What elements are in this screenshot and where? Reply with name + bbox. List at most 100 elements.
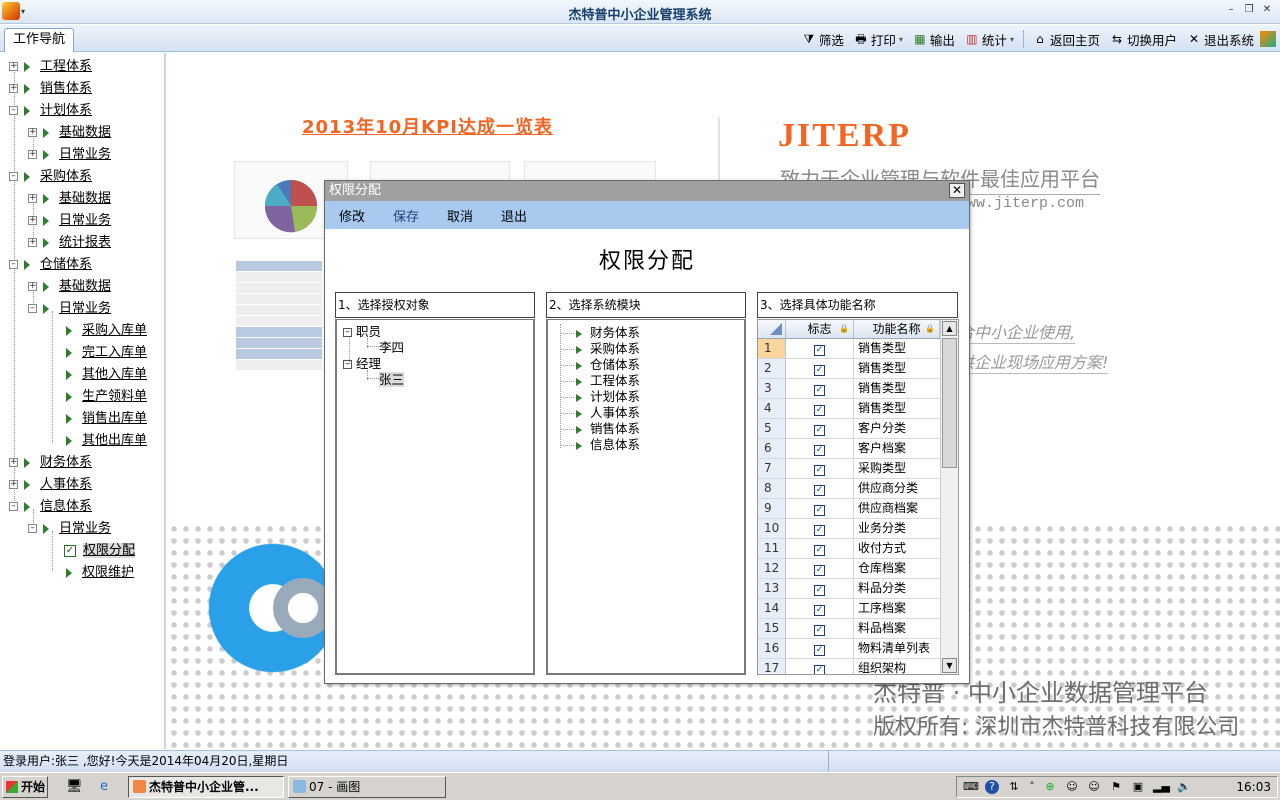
- plus-icon[interactable]: ⊕: [1043, 780, 1057, 794]
- sidebar-item-label[interactable]: 销售出库单: [82, 411, 147, 426]
- keyboard-icon[interactable]: ⌨: [963, 780, 979, 794]
- flag-cell[interactable]: ✓: [786, 659, 854, 674]
- flag-cell[interactable]: ✓: [786, 579, 854, 599]
- table-row[interactable]: 8 ✓ 供应商分类: [758, 479, 940, 499]
- sidebar-item-label[interactable]: 完工入库单: [82, 345, 147, 360]
- volume-icon[interactable]: 🔈: [1177, 780, 1191, 794]
- flag-icon[interactable]: ⚑: [1109, 780, 1123, 794]
- sidebar-item-production-pick[interactable]: 生产领料单: [66, 385, 147, 407]
- flag-cell[interactable]: ✓: [786, 379, 854, 399]
- expand-icon[interactable]: +: [9, 458, 18, 467]
- row-number[interactable]: 16: [758, 639, 786, 659]
- sidebar-item-plan-daily[interactable]: + 日常业务: [28, 143, 111, 165]
- exit-system-button[interactable]: ✕ 退出系统: [1183, 28, 1258, 50]
- module-item[interactable]: 信息体系: [560, 434, 640, 453]
- qq-icon[interactable]: ☺: [1087, 780, 1101, 794]
- flag-cell[interactable]: ✓: [786, 539, 854, 559]
- restore-icon[interactable]: ❐: [1242, 3, 1256, 17]
- sidebar-item-label[interactable]: 采购体系: [40, 169, 92, 184]
- sidebar-item-sto-daily[interactable]: – 日常业务: [28, 297, 111, 319]
- grid-corner[interactable]: [758, 320, 786, 338]
- start-button[interactable]: 开始: [2, 776, 48, 798]
- row-number[interactable]: 9: [758, 499, 786, 519]
- table-row[interactable]: 4 ✓ 销售类型: [758, 399, 940, 419]
- sidebar-item-sto-basic[interactable]: + 基础数据: [28, 275, 111, 297]
- filter-button[interactable]: ⧩ 筛选: [798, 28, 848, 50]
- function-name-cell[interactable]: 收付方式: [854, 539, 940, 559]
- grid-scrollbar[interactable]: ▲ ▼: [940, 320, 958, 674]
- network-icon[interactable]: ⇅: [1007, 780, 1021, 794]
- row-number[interactable]: 8: [758, 479, 786, 499]
- row-number[interactable]: 2: [758, 359, 786, 379]
- table-row[interactable]: 9 ✓ 供应商档案: [758, 499, 940, 519]
- sidebar-item-purchase[interactable]: – 采购体系: [9, 165, 92, 187]
- function-name-cell[interactable]: 销售类型: [854, 379, 940, 399]
- tree-node-label[interactable]: 张三: [379, 372, 405, 387]
- function-name-cell[interactable]: 料品分类: [854, 579, 940, 599]
- flag-cell[interactable]: ✓: [786, 459, 854, 479]
- flag-cell[interactable]: ✓: [786, 399, 854, 419]
- function-name-cell[interactable]: 销售类型: [854, 399, 940, 419]
- flag-checkbox[interactable]: ✓: [814, 345, 825, 356]
- flag-checkbox[interactable]: ✓: [814, 605, 825, 616]
- sidebar-item-purchase-receipt[interactable]: 采购入库单: [66, 319, 147, 341]
- table-row[interactable]: 17 ✓ 组织架构: [758, 659, 940, 674]
- sidebar-item-pur-report[interactable]: + 统计报表: [28, 231, 111, 253]
- signal-icon[interactable]: ▂▄: [1153, 780, 1170, 794]
- print-button[interactable]: 🖶 打印 ▾: [850, 28, 907, 50]
- tree-node-label[interactable]: 职员: [356, 324, 381, 339]
- dialog-close-button[interactable]: ✕: [949, 183, 965, 198]
- sidebar-item-sales[interactable]: + 销售体系: [9, 77, 92, 99]
- flag-checkbox[interactable]: ✓: [814, 465, 825, 476]
- sidebar-item-label[interactable]: 日常业务: [59, 521, 111, 536]
- ie-icon[interactable]: e: [100, 779, 108, 794]
- collapse-icon[interactable]: –: [9, 502, 18, 511]
- module-item-label[interactable]: 信息体系: [590, 437, 640, 452]
- table-row[interactable]: 3 ✓ 销售类型: [758, 379, 940, 399]
- sidebar-item-label[interactable]: 统计报表: [59, 235, 111, 250]
- expand-icon[interactable]: +: [28, 216, 37, 225]
- flag-cell[interactable]: ✓: [786, 359, 854, 379]
- column-header-name[interactable]: 功能名称 🔒: [854, 320, 940, 338]
- function-name-cell[interactable]: 仓库档案: [854, 559, 940, 579]
- tab-work-navigation[interactable]: 工作导航: [4, 28, 74, 52]
- row-number[interactable]: 11: [758, 539, 786, 559]
- task-paint[interactable]: 07 - 画图: [288, 776, 446, 798]
- row-number[interactable]: 5: [758, 419, 786, 439]
- sidebar-item-sales-issue[interactable]: 销售出库单: [66, 407, 147, 429]
- table-row[interactable]: 11 ✓ 收付方式: [758, 539, 940, 559]
- collapse-icon[interactable]: –: [9, 172, 18, 181]
- sidebar-item-permission-maint[interactable]: 权限维护: [66, 561, 134, 583]
- expand-icon[interactable]: +: [28, 282, 37, 291]
- sidebar-item-label[interactable]: 基础数据: [59, 191, 111, 206]
- sidebar-item-label[interactable]: 基础数据: [59, 279, 111, 294]
- row-number[interactable]: 17: [758, 659, 786, 674]
- table-row[interactable]: 2 ✓ 销售类型: [758, 359, 940, 379]
- sidebar-item-other-receipt[interactable]: 其他入库单: [66, 363, 147, 385]
- row-number[interactable]: 4: [758, 399, 786, 419]
- sidebar-item-storage[interactable]: – 仓储体系: [9, 253, 92, 275]
- row-number[interactable]: 3: [758, 379, 786, 399]
- flag-cell[interactable]: ✓: [786, 499, 854, 519]
- export-button[interactable]: ▦ 输出: [909, 28, 959, 50]
- collapse-icon[interactable]: –: [343, 328, 352, 337]
- expand-icon[interactable]: +: [28, 128, 37, 137]
- expand-icon[interactable]: +: [9, 480, 18, 489]
- sidebar-item-planning[interactable]: – 计划体系: [9, 99, 92, 121]
- sidebar-item-label[interactable]: 财务体系: [40, 455, 92, 470]
- flag-cell[interactable]: ✓: [786, 639, 854, 659]
- help-icon[interactable]: ?: [985, 780, 999, 794]
- sidebar-item-pur-basic[interactable]: + 基础数据: [28, 187, 111, 209]
- flag-cell[interactable]: ✓: [786, 519, 854, 539]
- sidebar-item-label[interactable]: 采购入库单: [82, 323, 147, 338]
- sidebar-item-label[interactable]: 人事体系: [40, 477, 92, 492]
- sidebar-item-pur-daily[interactable]: + 日常业务: [28, 209, 111, 231]
- function-name-cell[interactable]: 工序档案: [854, 599, 940, 619]
- sidebar-item-label[interactable]: 日常业务: [59, 213, 111, 228]
- sidebar-item-info-daily[interactable]: – 日常业务: [28, 517, 111, 539]
- flag-checkbox[interactable]: ✓: [814, 425, 825, 436]
- function-name-cell[interactable]: 料品档案: [854, 619, 940, 639]
- flag-checkbox[interactable]: ✓: [814, 525, 825, 536]
- flag-checkbox[interactable]: ✓: [814, 645, 825, 656]
- flag-checkbox[interactable]: ✓: [814, 385, 825, 396]
